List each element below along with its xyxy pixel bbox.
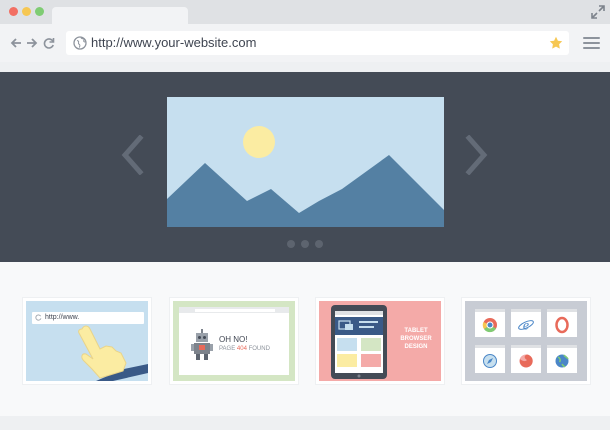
card-browser-icons[interactable]: e [461,297,591,385]
not-found-message: PAGE 404 FOUND [219,346,270,352]
toolbar-separator [0,62,610,72]
close-window-button[interactable] [9,7,18,16]
safari-icon [483,354,497,368]
pagination-dot[interactable] [287,240,295,248]
pagination-dot[interactable] [315,240,323,248]
mini-browser-window: OH NO! PAGE 404 FOUND [179,307,289,375]
tablet-caption: TABLET BROWSER DESIGN [400,328,432,350]
card-tablet-design[interactable]: TABLET BROWSER DESIGN [315,297,445,385]
footer-strip [0,416,610,430]
tablet-icon [331,305,387,379]
expand-arrows-icon[interactable] [591,5,605,19]
hand-icon [78,325,148,381]
browser-icons-grid: e [475,309,577,373]
mini-reload-icon [35,314,42,321]
arrow-right-icon[interactable] [25,36,39,50]
star-icon[interactable] [549,36,563,50]
oh-no-heading: OH NO! [219,335,248,344]
hero-slider [0,72,610,262]
arrow-left-icon[interactable] [9,36,23,50]
globe-browser-icon [555,354,569,368]
chevron-left-icon[interactable] [120,135,144,175]
card-url-typing[interactable]: http://www. [22,297,152,385]
window-titlebar [0,0,610,25]
pagination-dot[interactable] [301,240,309,248]
maximize-window-button[interactable] [35,7,44,16]
error-code: 404 [236,346,247,352]
firefox-icon [519,354,533,368]
chevron-right-icon[interactable] [465,135,489,175]
address-bar[interactable]: http://www.your-website.com [66,31,569,55]
reload-icon[interactable] [42,36,56,50]
slide-image [167,97,444,227]
slider-pagination [287,240,327,248]
sun [243,126,275,158]
url-text[interactable]: http://www.your-website.com [91,35,256,51]
robot-icon [191,329,213,360]
hamburger-menu-icon[interactable] [583,37,600,51]
page-content: http://www. OH NO! PAGE 404 FOUND TABLET… [0,262,610,416]
browser-toolbar: http://www.your-website.com [0,24,610,62]
minimize-window-button[interactable] [22,7,31,16]
card-page-not-found[interactable]: OH NO! PAGE 404 FOUND [169,297,299,385]
globe-icon [73,36,87,50]
browser-tab[interactable] [52,7,188,25]
